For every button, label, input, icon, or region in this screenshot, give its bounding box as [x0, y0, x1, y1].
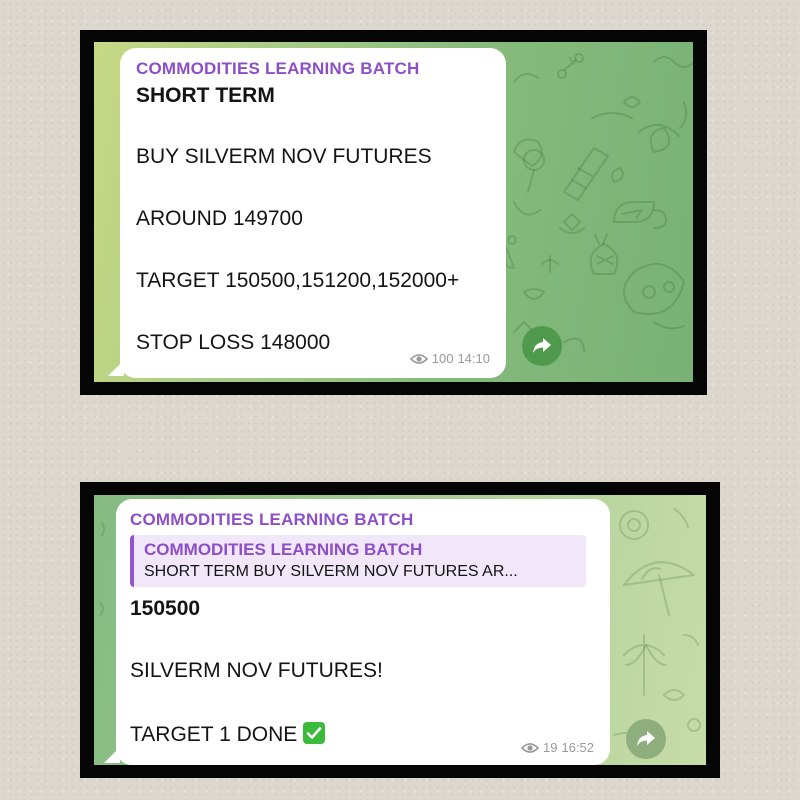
chat-background: COMMODITIES LEARNING BATCH COMMODITIES L…: [94, 495, 706, 765]
message-time: 14:10: [457, 351, 490, 366]
reply-text: SHORT TERM BUY SILVERM NOV FUTURES AR...: [144, 563, 518, 580]
sender-name[interactable]: COMMODITIES LEARNING BATCH: [130, 509, 596, 531]
share-arrow-icon: [637, 731, 655, 746]
message-line: AROUND 149700: [136, 207, 303, 230]
views-eye-icon: [520, 742, 539, 753]
view-count: 100: [431, 351, 454, 366]
reply-quote[interactable]: COMMODITIES LEARNING BATCH SHORT TERM BU…: [130, 535, 586, 587]
share-button[interactable]: [626, 719, 666, 759]
message-bubble-2[interactable]: COMMODITIES LEARNING BATCH COMMODITIES L…: [116, 499, 610, 765]
message-line: TARGET 150500,151200,152000+: [136, 269, 460, 292]
bubble-tail: [108, 360, 124, 376]
message-bubble-1[interactable]: COMMODITIES LEARNING BATCH SHORT TERM BU…: [120, 48, 506, 378]
screenshot-frame-1: COMMODITIES LEARNING BATCH SHORT TERM BU…: [80, 30, 707, 395]
share-arrow-icon: [533, 338, 551, 353]
view-count: 19: [542, 740, 558, 755]
message-time: 16:52: [561, 740, 594, 755]
message-line-title: SHORT TERM: [136, 84, 275, 107]
chat-background: COMMODITIES LEARNING BATCH SHORT TERM BU…: [94, 42, 693, 382]
check-mark-button-icon: [303, 722, 326, 744]
message-meta: 100 14:10: [409, 351, 490, 366]
screenshot-frame-2: COMMODITIES LEARNING BATCH COMMODITIES L…: [80, 482, 720, 778]
message-line: SILVERM NOV FUTURES!: [130, 659, 383, 682]
message-meta: 19 16:52: [520, 740, 594, 755]
message-line-text: TARGET 1 DONE: [130, 723, 298, 746]
message-line: BUY SILVERM NOV FUTURES: [136, 145, 432, 168]
views-eye-icon: [409, 353, 428, 364]
message-line-title: 150500: [130, 597, 201, 620]
reply-sender-name: COMMODITIES LEARNING BATCH: [144, 540, 423, 559]
share-button[interactable]: [522, 326, 562, 366]
sender-name[interactable]: COMMODITIES LEARNING BATCH: [136, 58, 490, 80]
bubble-tail: [104, 747, 120, 763]
